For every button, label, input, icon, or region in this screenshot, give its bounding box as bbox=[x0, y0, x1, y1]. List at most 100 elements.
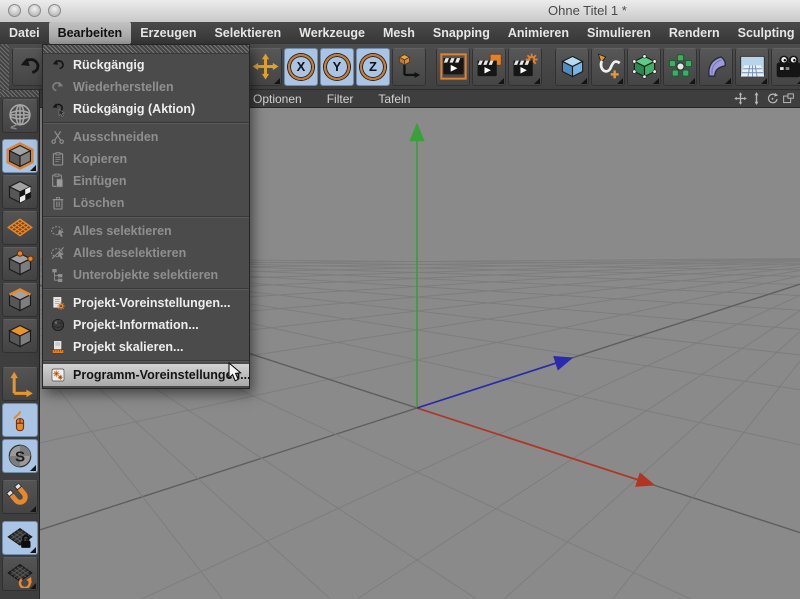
deselect-all-icon bbox=[49, 244, 67, 262]
menu-item-wiederherstellen[interactable]: Wiederherstellen bbox=[43, 76, 249, 98]
submenu-corner-icon bbox=[30, 165, 36, 171]
select-children-icon bbox=[49, 266, 67, 284]
add-cube-button[interactable] bbox=[555, 48, 589, 86]
magnet-snapping-button[interactable] bbox=[2, 480, 38, 514]
menu-item-einfuegen[interactable]: Einfügen bbox=[43, 170, 249, 192]
menubar-item-simulieren[interactable]: Simulieren bbox=[578, 22, 660, 44]
snap-button[interactable]: S bbox=[2, 439, 38, 473]
toolbar-tearoff-handle[interactable] bbox=[0, 44, 9, 90]
viewport-menu-optionen[interactable]: Optionen bbox=[253, 92, 302, 106]
workplane-mode-button[interactable] bbox=[2, 211, 38, 245]
menubar-item-snapping[interactable]: Snapping bbox=[424, 22, 499, 44]
window-titlebar[interactable]: Ohne Titel 1 * bbox=[0, 0, 800, 23]
submenu-corner-icon bbox=[761, 78, 767, 84]
menu-item-kopieren[interactable]: Kopieren bbox=[43, 148, 249, 170]
window-title: Ohne Titel 1 * bbox=[548, 3, 627, 18]
spline-pen-button[interactable] bbox=[591, 48, 625, 86]
menu-item-loeschen[interactable]: Löschen bbox=[43, 192, 249, 214]
menubar-item-bearbeiten[interactable]: Bearbeiten bbox=[49, 22, 132, 44]
undo-button[interactable] bbox=[12, 48, 46, 86]
axis-icon bbox=[6, 370, 34, 398]
lock-workplane-button[interactable] bbox=[2, 521, 38, 555]
menu-item-programm-voreinstellungen[interactable]: Programm-Voreinstellungen... bbox=[43, 364, 249, 386]
menu-item-label: Wiederherstellen bbox=[73, 80, 174, 94]
enable-axis-button[interactable] bbox=[2, 367, 38, 401]
camera-icon bbox=[775, 53, 800, 80]
cloner-icon bbox=[667, 53, 694, 80]
model-mode-button[interactable] bbox=[2, 139, 38, 173]
x-axis-lock-button[interactable]: X bbox=[284, 48, 318, 86]
planar-workplane-button[interactable] bbox=[2, 557, 38, 591]
floor-button[interactable] bbox=[735, 48, 769, 86]
menubar-item-rendern[interactable]: Rendern bbox=[660, 22, 729, 44]
texture-mode-button[interactable] bbox=[2, 175, 38, 209]
menu-item-label: Rückgängig (Aktion) bbox=[73, 102, 195, 116]
project-info-icon bbox=[49, 316, 67, 334]
y-axis-lock-button-letter: Y bbox=[324, 54, 350, 80]
zoom-view-button[interactable] bbox=[750, 92, 763, 105]
menubar-item-animieren[interactable]: Animieren bbox=[499, 22, 578, 44]
toggle-view-button[interactable] bbox=[782, 92, 795, 105]
tweak-mode-button[interactable] bbox=[2, 403, 38, 437]
subdivision-surface-button[interactable] bbox=[627, 48, 661, 86]
render-settings-button[interactable] bbox=[508, 48, 542, 86]
rotate-view-button[interactable] bbox=[766, 92, 779, 105]
render-view-button[interactable] bbox=[436, 48, 470, 86]
render-picture-viewer-button[interactable] bbox=[472, 48, 506, 86]
zoom-button[interactable] bbox=[48, 4, 61, 17]
paste-icon bbox=[49, 172, 67, 190]
undo-icon bbox=[49, 56, 67, 74]
viewport-menu-tafeln[interactable]: Tafeln bbox=[378, 92, 410, 106]
close-button[interactable] bbox=[8, 4, 21, 17]
make-editable-button[interactable] bbox=[2, 99, 38, 133]
select-all-icon bbox=[49, 222, 67, 240]
menu-item-projekt-skalieren[interactable]: Projekt skalieren... bbox=[43, 336, 249, 358]
menu-item-rueckgaengig-aktion[interactable]: Rückgängig (Aktion) bbox=[43, 98, 249, 120]
edges-mode-button[interactable] bbox=[2, 283, 38, 317]
menubar: DateiBearbeitenErzeugenSelektierenWerkze… bbox=[0, 22, 800, 45]
move-tool-button[interactable] bbox=[248, 48, 282, 86]
menu-item-projekt-information[interactable]: Projekt-Information... bbox=[43, 314, 249, 336]
minimize-button[interactable] bbox=[28, 4, 41, 17]
menu-item-alles-selektieren[interactable]: Alles selektieren bbox=[43, 220, 249, 242]
menu-item-projekt-voreinstellungen[interactable]: Projekt-Voreinstellungen... bbox=[43, 292, 249, 314]
menu-item-label: Unterobjekte selektieren bbox=[73, 268, 218, 282]
menubar-item-sculpting[interactable]: Sculpting bbox=[729, 22, 800, 44]
subdivision-surface-icon bbox=[631, 53, 658, 80]
cloner-button[interactable] bbox=[663, 48, 697, 86]
viewport-menu-filter[interactable]: Filter bbox=[327, 92, 354, 106]
menubar-item-mesh[interactable]: Mesh bbox=[374, 22, 424, 44]
menu-item-ausschneiden[interactable]: Ausschneiden bbox=[43, 126, 249, 148]
edit-menu: Rückgängig Wiederherstellen Rückgängig (Ak… bbox=[42, 44, 250, 389]
menubar-item-selektieren[interactable]: Selektieren bbox=[205, 22, 290, 44]
pan-view-button[interactable] bbox=[734, 92, 747, 105]
menu-item-label: Projekt skalieren... bbox=[73, 340, 183, 354]
z-axis-lock-button[interactable]: Z bbox=[356, 48, 390, 86]
y-axis-lock-button[interactable]: Y bbox=[320, 48, 354, 86]
menu-item-unterobjekte-selektieren[interactable]: Unterobjekte selektieren bbox=[43, 264, 249, 286]
viewport-nav-controls bbox=[734, 92, 800, 105]
menubar-item-werkzeuge[interactable]: Werkzeuge bbox=[290, 22, 374, 44]
menu-tearoff-handle[interactable] bbox=[43, 45, 249, 54]
deformer-button[interactable] bbox=[699, 48, 733, 86]
edges-cube-icon bbox=[6, 286, 34, 314]
submenu-corner-icon bbox=[581, 78, 587, 84]
polygons-mode-button[interactable] bbox=[2, 319, 38, 353]
camera-button[interactable] bbox=[771, 48, 800, 86]
coordinate-system-button[interactable] bbox=[392, 48, 426, 86]
menu-item-alles-deselektieren[interactable]: Alles deselektieren bbox=[43, 242, 249, 264]
menu-item-label: Projekt-Information... bbox=[73, 318, 199, 332]
menu-item-rueckgaengig[interactable]: Rückgängig bbox=[43, 54, 249, 76]
submenu-corner-icon bbox=[498, 78, 504, 84]
render-settings-icon bbox=[512, 53, 539, 80]
redo-icon bbox=[49, 78, 67, 96]
copy-icon bbox=[49, 150, 67, 168]
svg-text:S: S bbox=[14, 449, 24, 466]
menubar-item-erzeugen[interactable]: Erzeugen bbox=[131, 22, 205, 44]
menubar-item-datei[interactable]: Datei bbox=[0, 22, 49, 44]
submenu-corner-icon bbox=[725, 78, 731, 84]
deformer-icon bbox=[703, 53, 730, 80]
points-mode-button[interactable] bbox=[2, 247, 38, 281]
sidebar-tearoff-handle[interactable] bbox=[0, 90, 40, 97]
menu-item-label: Projekt-Voreinstellungen... bbox=[73, 296, 230, 310]
